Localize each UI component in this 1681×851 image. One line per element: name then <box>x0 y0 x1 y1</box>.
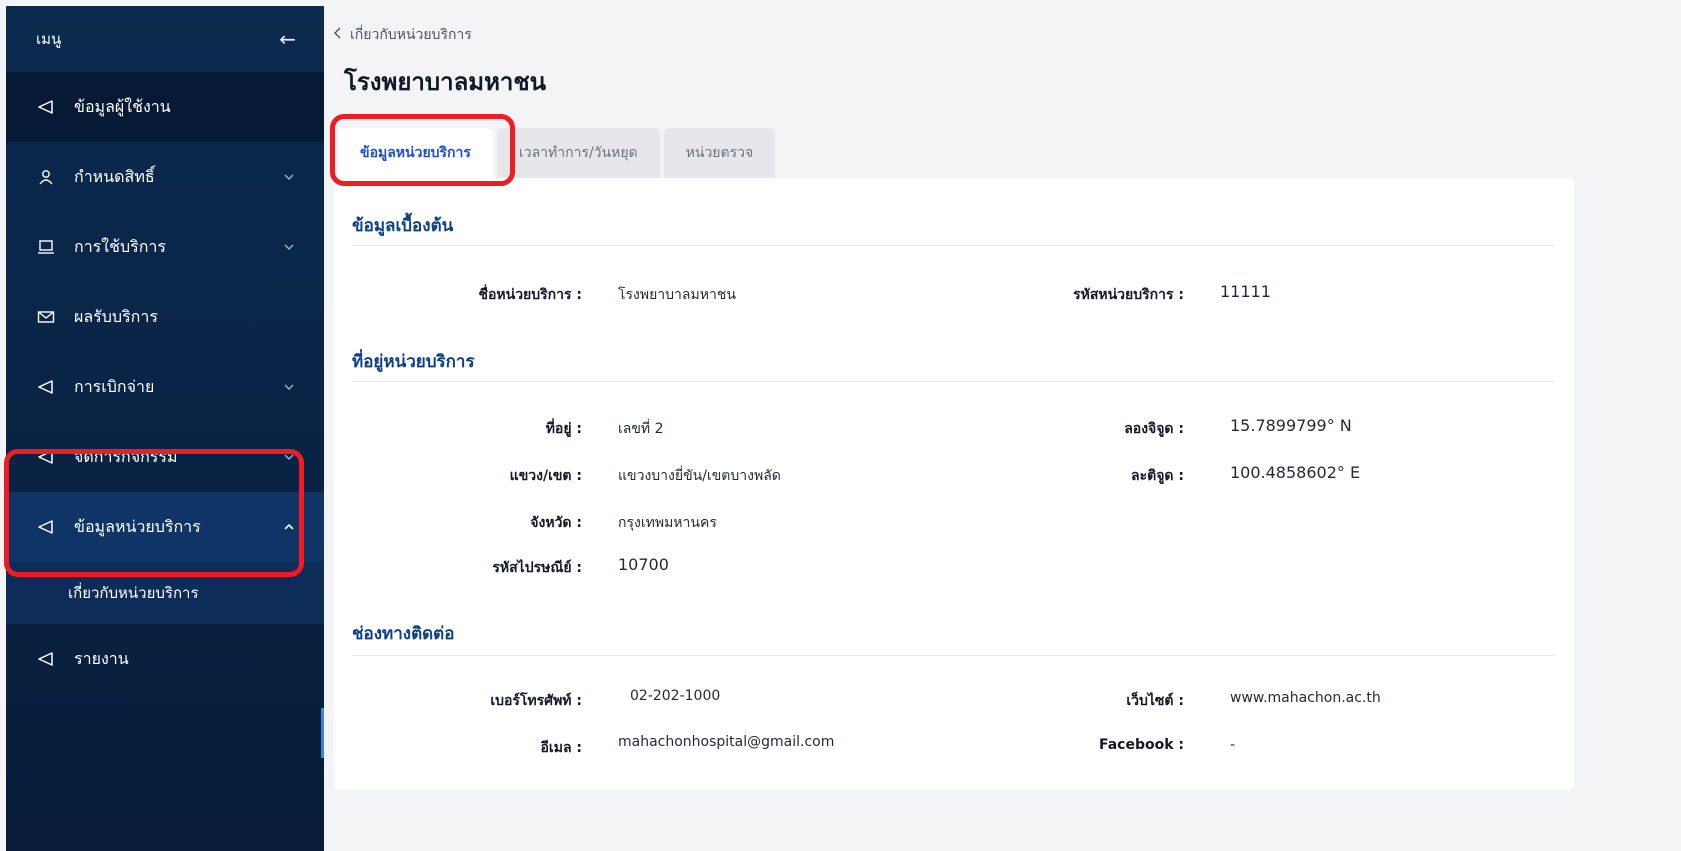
unit-code-value: 11111 <box>1220 282 1271 301</box>
chevron-down-icon <box>282 450 296 464</box>
unit-name-label: ชื่อหน่วยบริการ : <box>478 287 582 303</box>
info-card: ข้อมูลเบื้องต้น ชื่อหน่วยบริการ : โรงพยา… <box>334 178 1574 790</box>
sidebar-item-label: จัดการกิจกรรม <box>74 446 178 466</box>
chevron-down-icon <box>282 240 296 254</box>
latitude-label: ละติจูด : <box>1131 468 1184 484</box>
chevron-left-icon <box>334 27 342 43</box>
latitude-value: 100.4858602° E <box>1230 463 1361 482</box>
address-label: ที่อยู่ : <box>545 421 582 437</box>
sidebar: เมนู ← ข้อมูลผู้ใช้งาน กำหนดสิทธิ์ การใช… <box>6 6 324 851</box>
user-icon <box>36 168 56 186</box>
sidebar-item-unit-info[interactable]: ข้อมูลหน่วยบริการ <box>6 492 324 562</box>
sidebar-item-services[interactable]: การใช้บริการ <box>6 212 324 282</box>
sidebar-item-disbursement[interactable]: การเบิกจ่าย <box>6 352 324 422</box>
website-value[interactable]: www.mahachon.ac.th <box>1230 690 1381 706</box>
address-value: เลขที่ 2 <box>618 421 664 437</box>
province-label: จังหวัด : <box>530 515 582 531</box>
sidebar-item-label: ผลรับบริการ <box>74 306 158 326</box>
unit-name-value: โรงพยาบาลมหาชน <box>618 287 736 303</box>
sidebar-item-label: ข้อมูลผู้ใช้งาน <box>74 96 171 116</box>
chevron-down-icon <box>282 380 296 394</box>
email-value[interactable]: mahachonhospital@gmail.com <box>618 734 834 750</box>
page-title: โรงพยาบาลมหาชน <box>344 68 547 96</box>
facebook-label: Facebook : <box>1098 737 1184 753</box>
sidebar-item-label: กำหนดสิทธิ์ <box>74 166 155 186</box>
sidebar-item-label: รายงาน <box>74 648 129 668</box>
sidebar-item-permissions[interactable]: กำหนดสิทธิ์ <box>6 142 324 212</box>
postal-code-value: 10700 <box>618 555 669 574</box>
postal-code-label: รหัสไปรษณีย์ : <box>492 560 582 576</box>
longitude-value: 15.7899799° N <box>1230 416 1352 435</box>
sidebar-title: เมนู <box>36 30 62 48</box>
mail-icon <box>36 308 56 326</box>
divider <box>352 245 1554 246</box>
tab-working-hours[interactable]: เวลาทำการ/วันหยุด <box>496 128 660 178</box>
district-label: แขวง/เขต : <box>509 468 582 484</box>
unit-code-label: รหัสหน่วยบริการ : <box>1073 287 1184 303</box>
sidebar-header: เมนู ← <box>6 6 324 72</box>
divider <box>352 381 1554 382</box>
sidebar-item-reports[interactable]: รายงาน <box>6 624 324 694</box>
breadcrumb[interactable]: เกี่ยวกับหน่วยบริการ <box>334 24 472 46</box>
sidebar-item-label: ข้อมูลหน่วยบริการ <box>74 516 201 536</box>
megaphone-icon <box>36 448 56 466</box>
phone-value: 02-202-1000 <box>630 688 721 704</box>
breadcrumb-label: เกี่ยวกับหน่วยบริการ <box>350 27 472 43</box>
arrow-left-icon[interactable]: ← <box>279 27 296 51</box>
longitude-label: ลองจิจูด : <box>1124 421 1184 437</box>
tab-bar: ข้อมูลหน่วยบริการ เวลาทำการ/วันหยุด หน่ว… <box>338 128 776 178</box>
section-title-basic: ข้อมูลเบื้องต้น <box>352 216 454 236</box>
website-label: เว็บไซต์ : <box>1126 693 1184 709</box>
chevron-up-icon <box>282 520 296 534</box>
megaphone-icon <box>36 650 56 668</box>
megaphone-icon <box>36 518 56 536</box>
sidebar-item-activities[interactable]: จัดการกิจกรรม <box>6 422 324 492</box>
megaphone-icon <box>36 98 56 116</box>
sidebar-item-label: การใช้บริการ <box>74 236 166 256</box>
tab-exam-units[interactable]: หน่วยตรวจ <box>663 128 776 178</box>
sidebar-item-label: การเบิกจ่าย <box>74 376 155 396</box>
divider <box>352 655 1554 656</box>
sidebar-item-user-info[interactable]: ข้อมูลผู้ใช้งาน <box>6 72 324 142</box>
facebook-value: - <box>1230 737 1236 753</box>
province-value: กรุงเทพมหานคร <box>618 515 717 531</box>
main-content: เกี่ยวกับหน่วยบริการ โรงพยาบาลมหาชน ข้อม… <box>324 0 1681 851</box>
sidebar-item-results[interactable]: ผลรับบริการ <box>6 282 324 352</box>
chevron-down-icon <box>282 170 296 184</box>
sidebar-subitem-about-unit[interactable]: เกี่ยวกับหน่วยบริการ <box>6 562 324 624</box>
section-title-contact: ช่องทางติดต่อ <box>352 624 455 644</box>
phone-label: เบอร์โทรศัพท์ : <box>490 693 582 709</box>
tab-unit-info[interactable]: ข้อมูลหน่วยบริการ <box>338 128 493 178</box>
laptop-icon <box>36 238 56 256</box>
district-value: แขวงบางยี่ขัน/เขตบางพลัด <box>618 468 781 484</box>
megaphone-icon <box>36 378 56 396</box>
section-title-address: ที่อยู่หน่วยบริการ <box>352 352 475 372</box>
email-label: อีเมล : <box>540 740 582 756</box>
